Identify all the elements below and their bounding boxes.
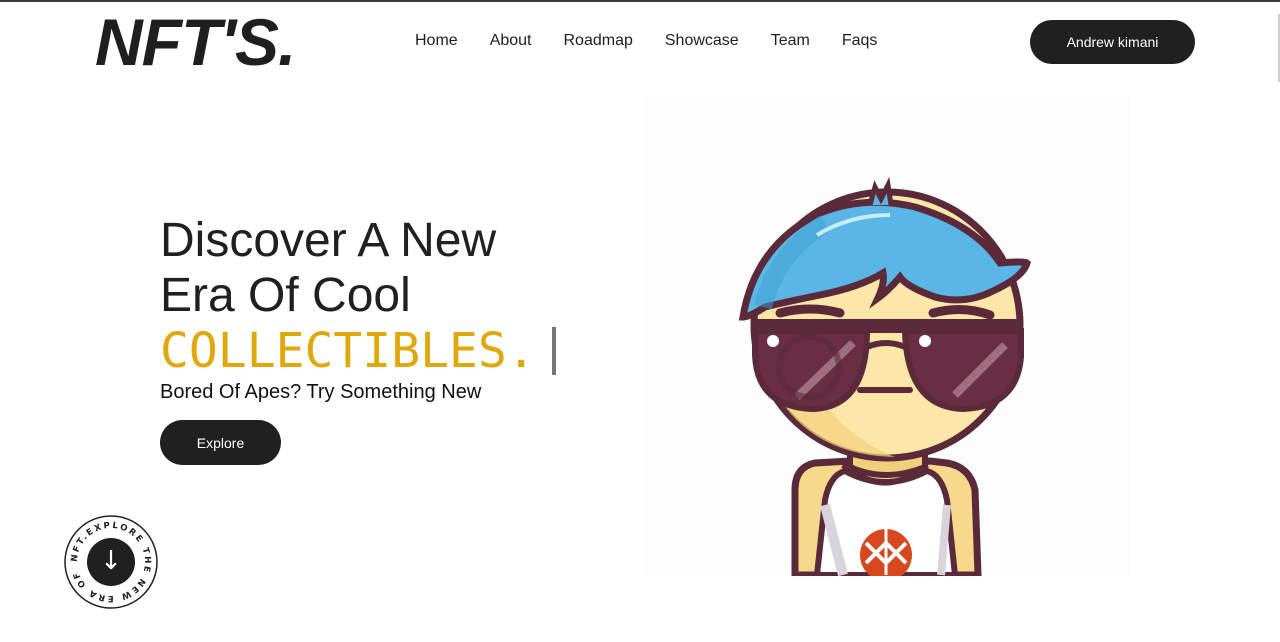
- nav-home[interactable]: Home: [415, 32, 458, 50]
- nav-showcase[interactable]: Showcase: [665, 32, 739, 50]
- logo[interactable]: NFT'S.: [95, 6, 296, 78]
- user-account-button[interactable]: Andrew kimani: [1030, 20, 1195, 64]
- site-header: NFT'S. Home About Roadmap Showcase Team …: [0, 2, 1280, 82]
- nav-roadmap[interactable]: Roadmap: [564, 32, 633, 50]
- explore-button[interactable]: Explore: [160, 420, 281, 465]
- typed-row: COLLECTIBLES.: [160, 322, 556, 380]
- nav-faqs[interactable]: Faqs: [842, 32, 878, 50]
- nft-character-illustration: [738, 176, 1031, 576]
- typed-text: COLLECTIBLES.: [160, 323, 536, 379]
- hero-section: Discover A New Era Of Cool COLLECTIBLES.…: [160, 213, 556, 465]
- main-nav: Home About Roadmap Showcase Team Faqs: [415, 32, 877, 50]
- hero-subtitle: Bored Of Apes? Try Something New: [160, 381, 482, 403]
- hero-heading: Discover A New Era Of Cool: [160, 213, 556, 323]
- hero-heading-line1: Discover A New: [160, 214, 497, 267]
- typing-cursor: [551, 327, 556, 375]
- nft-character-image: [645, 95, 1130, 576]
- nav-team[interactable]: Team: [771, 32, 810, 50]
- hero-heading-line2: Era Of Cool: [160, 269, 411, 322]
- arrow-down-icon[interactable]: ↓: [87, 538, 135, 586]
- nav-about[interactable]: About: [490, 32, 532, 50]
- scroll-down-badge[interactable]: NFT.EXPLORE THE NEW ERA OF ↓: [63, 514, 159, 610]
